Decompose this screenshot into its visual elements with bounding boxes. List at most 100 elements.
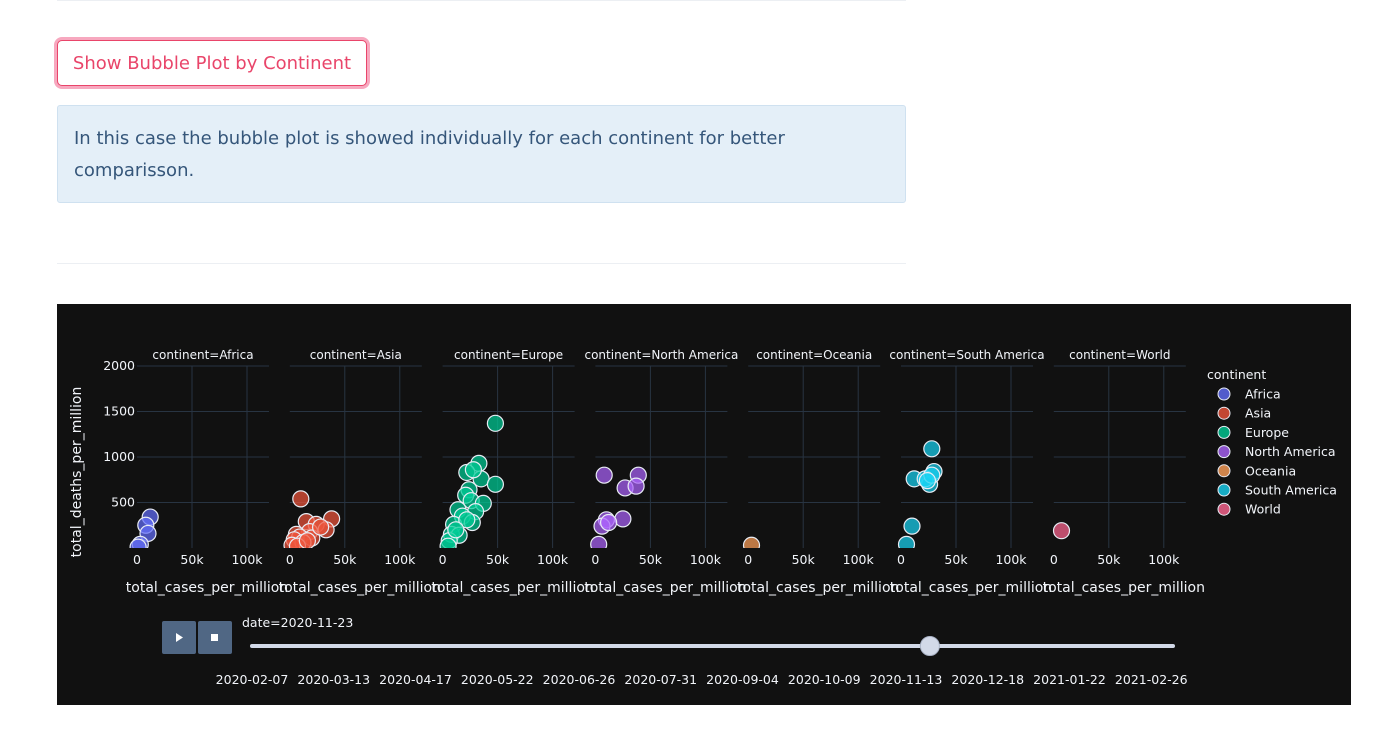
bubble-chart-svg: continent=Africa 0 50k 100k total_cases_per_… bbox=[69, 348, 1337, 687]
legend-label: Africa bbox=[1245, 387, 1281, 402]
play-button[interactable] bbox=[162, 621, 196, 654]
x-tick-label: 0 bbox=[1050, 552, 1058, 567]
legend-item[interactable]: World bbox=[1217, 502, 1281, 517]
x-axis-title: total_cases_per_million bbox=[431, 580, 593, 596]
x-tick-label: 0 bbox=[591, 552, 599, 567]
x-tick-label: 50k bbox=[792, 552, 816, 567]
data-point[interactable] bbox=[1052, 522, 1071, 540]
legend-label: South America bbox=[1245, 483, 1337, 498]
x-axis-title: total_cases_per_million bbox=[126, 580, 288, 596]
slider-tick-label: 2020-05-22 bbox=[461, 672, 534, 687]
x-tick-label: 100k bbox=[537, 552, 569, 567]
slider-tick-label: 2020-09-04 bbox=[706, 672, 779, 687]
data-point[interactable] bbox=[903, 517, 921, 535]
series-points bbox=[1052, 522, 1071, 540]
slider-tick-label: 2020-07-31 bbox=[624, 672, 697, 687]
stop-icon bbox=[211, 634, 218, 641]
legend-marker bbox=[1217, 387, 1231, 401]
legend-label: Oceania bbox=[1245, 463, 1296, 478]
data-point[interactable] bbox=[486, 414, 504, 432]
data-point[interactable] bbox=[627, 477, 645, 495]
data-point[interactable] bbox=[486, 475, 504, 493]
legend-marker bbox=[1217, 406, 1231, 420]
data-point[interactable] bbox=[923, 440, 941, 458]
x-tick-label: 50k bbox=[180, 552, 204, 567]
series-points bbox=[897, 440, 943, 552]
data-point[interactable] bbox=[614, 510, 632, 528]
x-axis-title: total_cases_per_million bbox=[737, 580, 899, 596]
facet-panels: continent=Africa 0 50k 100k total_cases_per_… bbox=[103, 348, 1205, 596]
legend-label: World bbox=[1245, 502, 1281, 517]
data-point[interactable] bbox=[918, 472, 937, 490]
x-tick-label: 50k bbox=[333, 552, 357, 567]
facet-panel: continent=South America 0 50k 100k total_cas… bbox=[889, 348, 1052, 596]
data-point[interactable] bbox=[312, 518, 330, 536]
legend-marker bbox=[1217, 425, 1231, 439]
legend-item[interactable]: Asia bbox=[1217, 406, 1271, 421]
data-point[interactable] bbox=[897, 535, 916, 552]
slider-track[interactable] bbox=[250, 644, 1175, 648]
x-tick-label: 50k bbox=[486, 552, 510, 567]
facet-title: continent=Africa bbox=[152, 348, 253, 362]
y-axis-title: total_deaths_per_million bbox=[69, 387, 85, 558]
data-point[interactable] bbox=[742, 536, 761, 553]
legend-marker bbox=[1217, 483, 1231, 497]
x-tick-label: 50k bbox=[639, 552, 663, 567]
legend-title: continent bbox=[1207, 367, 1266, 382]
data-point[interactable] bbox=[447, 521, 465, 539]
facet-title: continent=Oceania bbox=[756, 348, 872, 362]
legend-item[interactable]: South America bbox=[1217, 483, 1337, 498]
stop-button[interactable] bbox=[198, 621, 232, 654]
x-tick-label: 0 bbox=[286, 552, 294, 567]
facet-panel: continent=World 0 50k 100k total_cases_per_m… bbox=[1043, 348, 1205, 596]
legend-marker bbox=[1217, 464, 1231, 478]
legend-label: North America bbox=[1245, 444, 1336, 459]
y-tick-label: 500 bbox=[111, 495, 135, 510]
data-point[interactable] bbox=[464, 461, 482, 479]
x-tick-label: 0 bbox=[744, 552, 752, 567]
x-axis-title: total_cases_per_million bbox=[890, 580, 1052, 596]
facet-title: continent=North America bbox=[584, 348, 738, 362]
series-points bbox=[439, 414, 504, 548]
slider-tick-label: 2021-02-26 bbox=[1115, 672, 1188, 687]
series-points bbox=[590, 466, 647, 552]
slider-handle[interactable] bbox=[919, 636, 940, 656]
series-points bbox=[129, 508, 159, 548]
series-points bbox=[283, 490, 341, 549]
legend-marker bbox=[1217, 445, 1231, 459]
x-tick-label: 0 bbox=[897, 552, 905, 567]
legend-label: Europe bbox=[1245, 425, 1289, 440]
legend-item[interactable]: North America bbox=[1217, 444, 1336, 459]
data-point[interactable] bbox=[599, 513, 618, 532]
show-bubble-plot-button[interactable]: Show Bubble Plot by Continent bbox=[57, 40, 367, 86]
facet-panel: continent=Asia 0 50k 100k total_cases_per_mi… bbox=[279, 348, 441, 596]
slider-tick-label: 2020-04-17 bbox=[379, 672, 452, 687]
legend-marker bbox=[1217, 502, 1231, 516]
x-axis-title: total_cases_per_million bbox=[1043, 580, 1205, 596]
top-divider bbox=[57, 0, 906, 1]
data-point[interactable] bbox=[590, 535, 608, 552]
info-box: In this case the bubble plot is showed i… bbox=[57, 105, 906, 203]
slider-tick-label: 2020-06-26 bbox=[543, 672, 616, 687]
x-tick-label: 0 bbox=[439, 552, 447, 567]
slider-current-label: date=2020-11-23 bbox=[242, 615, 353, 630]
slider-tick-label: 2020-10-09 bbox=[788, 672, 861, 687]
facet-title: continent=Asia bbox=[310, 348, 402, 362]
data-point[interactable] bbox=[298, 532, 316, 549]
data-point[interactable] bbox=[292, 490, 310, 508]
data-point[interactable] bbox=[595, 466, 613, 484]
legend-item[interactable]: Europe bbox=[1217, 425, 1289, 440]
x-tick-label: 50k bbox=[1097, 552, 1121, 567]
section-divider bbox=[57, 263, 906, 264]
facet-panel: continent=Oceania 0 50k 100k total_cases_per… bbox=[737, 348, 899, 596]
legend-item[interactable]: Oceania bbox=[1217, 463, 1296, 478]
x-tick-label: 0 bbox=[133, 552, 141, 567]
legend-item[interactable]: Africa bbox=[1217, 387, 1281, 402]
slider-tick-label: 2021-01-22 bbox=[1033, 672, 1106, 687]
facet-panel: continent=North America 0 50k 100k total_cas… bbox=[584, 348, 746, 596]
x-tick-label: 100k bbox=[690, 552, 722, 567]
bubble-plot: continent=Africa 0 50k 100k total_cases_per_… bbox=[57, 304, 1351, 705]
facet-title: continent=South America bbox=[889, 348, 1044, 362]
facet-panel: continent=Europe 0 50k 100k total_cases_per_… bbox=[431, 348, 593, 596]
slider-tick-label: 2020-03-13 bbox=[297, 672, 370, 687]
